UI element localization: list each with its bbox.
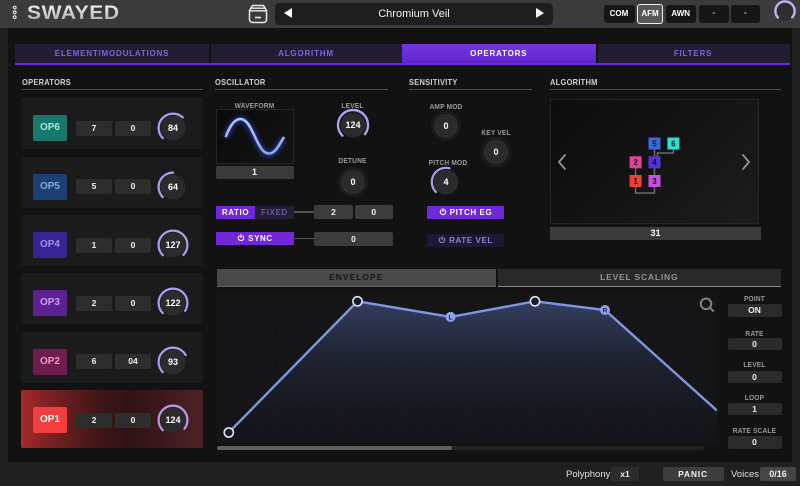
svg-text:2: 2 xyxy=(633,158,638,167)
svg-text:5: 5 xyxy=(652,139,657,148)
svg-text:3: 3 xyxy=(652,177,657,186)
svg-text:L: L xyxy=(449,314,453,321)
svg-text:6: 6 xyxy=(671,139,676,148)
svg-text:1: 1 xyxy=(633,177,638,186)
svg-text:4: 4 xyxy=(652,158,657,167)
svg-text:R: R xyxy=(603,307,608,314)
